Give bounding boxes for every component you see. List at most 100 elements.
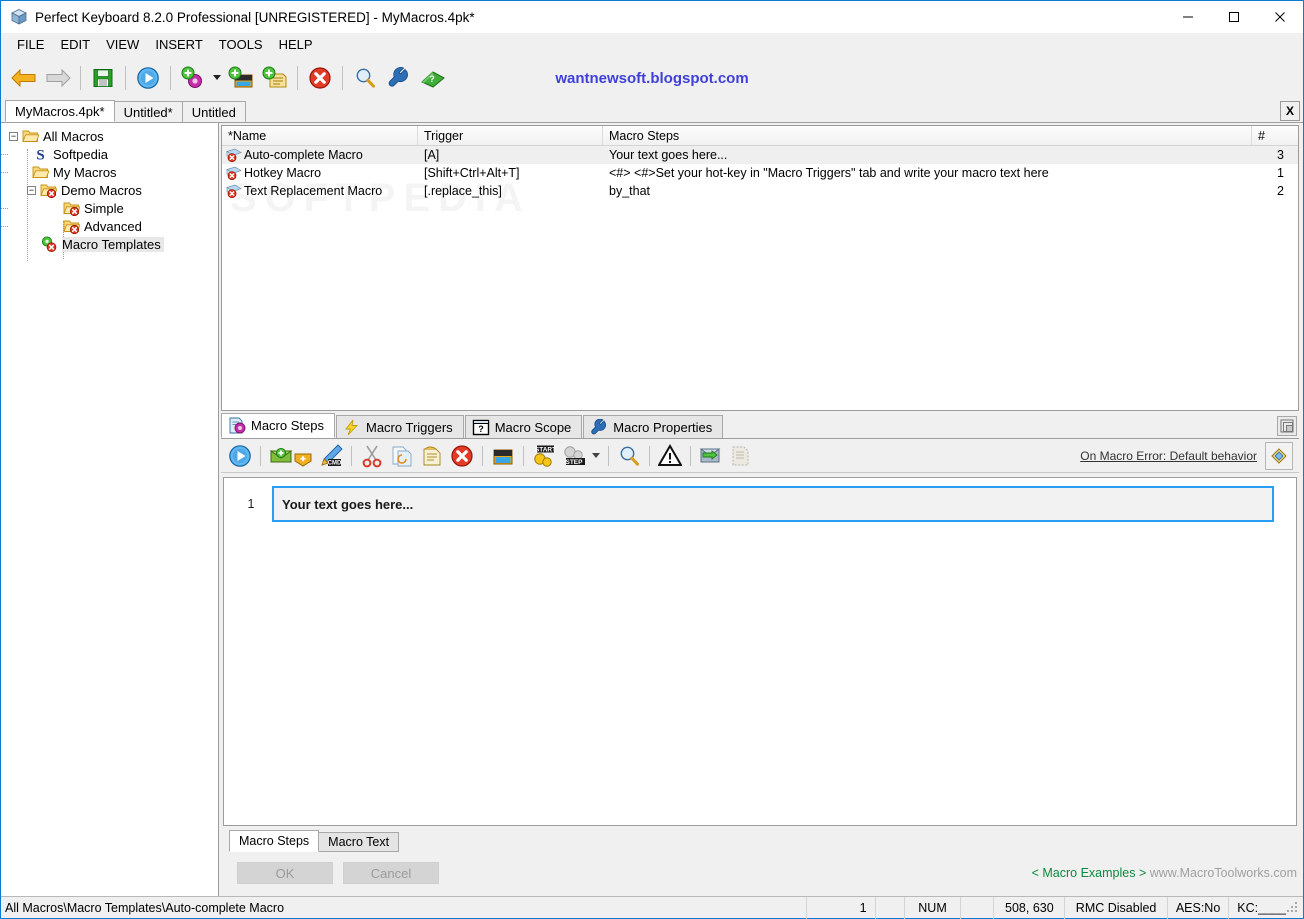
macro-error-settings-icon[interactable]: [1265, 442, 1293, 470]
sub-tab-macro-text[interactable]: Macro Text: [318, 832, 399, 852]
macro-examples-text: < Macro Examples >: [1032, 866, 1147, 880]
status-num-lock: NUM: [905, 897, 960, 919]
tree-node-my-macros[interactable]: My Macros: [1, 163, 218, 181]
macro-step-row[interactable]: 1 Your text goes here...: [224, 486, 1296, 522]
tab-macro-scope[interactable]: ? Macro Scope: [465, 415, 583, 438]
sub-tab-macro-steps[interactable]: Macro Steps: [229, 830, 319, 852]
editor-sub-tabs: Macro Steps Macro Text: [223, 828, 1297, 852]
folder-macro-icon: [40, 182, 57, 198]
copy-icon[interactable]: [387, 441, 417, 471]
tab-label: Macro Scope: [495, 420, 572, 435]
table-row[interactable]: Text Replacement Macro [.replace_this] b…: [222, 182, 1298, 200]
tree-node-simple[interactable]: Simple: [1, 199, 218, 217]
tree-expander-icon[interactable]: −: [27, 186, 36, 195]
step-dropdown-caret-icon[interactable]: [589, 439, 603, 473]
macro-examples-link[interactable]: < Macro Examples > www.MacroToolworks.co…: [1032, 866, 1297, 880]
add-sub-step-icon[interactable]: [290, 445, 316, 475]
menu-item-insert[interactable]: INSERT: [147, 35, 210, 54]
folder-icon: [32, 164, 49, 180]
column-header-count[interactable]: #: [1252, 126, 1298, 145]
restore-panel-icon[interactable]: [1277, 416, 1297, 436]
edit-command-icon[interactable]: CMD: [316, 441, 346, 471]
editor-tabs: Macro Steps Macro Triggers: [221, 414, 1299, 439]
list-header: *Name Trigger Macro Steps #: [222, 126, 1298, 146]
cancel-button: Cancel: [343, 862, 439, 884]
tree-node-label: All Macros: [43, 129, 107, 144]
error-warning-icon[interactable]: [655, 441, 685, 471]
table-row[interactable]: Auto-complete Macro [A] Your text goes h…: [222, 146, 1298, 164]
doc-tab-untitled[interactable]: Untitled: [182, 101, 246, 122]
toolbar-separator: [170, 66, 171, 90]
toolbar-separator: [297, 66, 298, 90]
svg-text:?: ?: [429, 74, 435, 84]
on-macro-error-link[interactable]: On Macro Error: Default behavior: [1080, 449, 1257, 463]
folder-macro-icon: [63, 218, 80, 234]
close-button[interactable]: [1257, 1, 1303, 33]
toolbar-separator: [608, 446, 609, 466]
macro-item-icon: [226, 184, 242, 198]
cell-trigger: [.replace_this]: [418, 182, 603, 200]
save-icon[interactable]: [86, 61, 120, 95]
cell-macro-steps: Your text goes here...: [603, 146, 1252, 164]
tab-macro-properties[interactable]: Macro Properties: [583, 415, 723, 438]
tree-node-softpedia[interactable]: S Softpedia: [1, 145, 218, 163]
column-header-trigger[interactable]: Trigger: [418, 126, 603, 145]
delete-step-icon[interactable]: [447, 441, 477, 471]
record-icon[interactable]: [488, 441, 518, 471]
step-number: 1: [230, 486, 272, 522]
run-macro-icon[interactable]: [225, 441, 255, 471]
new-macro-icon[interactable]: [176, 61, 210, 95]
delete-macro-icon[interactable]: [303, 61, 337, 95]
window-title: Perfect Keyboard 8.2.0 Professional [UNR…: [35, 10, 475, 25]
lightning-icon: [343, 419, 361, 436]
tab-macro-triggers[interactable]: Macro Triggers: [336, 415, 464, 438]
run-from-start-icon[interactable]: START: [529, 441, 559, 471]
column-header-name[interactable]: *Name: [222, 126, 418, 145]
menu-item-tools[interactable]: TOOLS: [211, 35, 271, 54]
cell-step-count: 1: [1252, 164, 1298, 182]
tree-expander-icon[interactable]: −: [9, 132, 18, 141]
resize-grip-icon[interactable]: [1285, 900, 1301, 916]
macro-template-icon: [41, 236, 58, 252]
dropdown-caret-icon[interactable]: [210, 61, 224, 95]
step-text[interactable]: Your text goes here...: [272, 486, 1274, 522]
find-icon[interactable]: [614, 441, 644, 471]
tree-node-macro-templates[interactable]: Macro Templates: [1, 235, 218, 253]
cut-icon[interactable]: [357, 441, 387, 471]
tree-node-label: My Macros: [53, 165, 120, 180]
import-icon[interactable]: [696, 441, 726, 471]
tree-node-all-macros[interactable]: − All Macros: [1, 127, 218, 145]
doc-tab-untitled-modified[interactable]: Untitled*: [114, 101, 183, 122]
menu-item-help[interactable]: HELP: [271, 35, 321, 54]
cell-name: Auto-complete Macro: [222, 146, 418, 164]
macro-editor-panel: Macro Steps Macro Triggers: [221, 414, 1299, 894]
tab-macro-steps[interactable]: Macro Steps: [221, 413, 335, 438]
tree-connector: [1, 154, 8, 155]
menu-item-file[interactable]: FILE: [9, 35, 52, 54]
help-book-icon[interactable]: ?: [416, 61, 450, 95]
back-arrow-icon[interactable]: [7, 61, 41, 95]
macro-steps-editor[interactable]: 1 Your text goes here...: [223, 477, 1297, 826]
tree-node-demo-macros[interactable]: − Demo Macros: [1, 181, 218, 199]
table-row[interactable]: Hotkey Macro [Shift+Ctrl+Alt+T] <#> <#>S…: [222, 164, 1298, 182]
tree-node-advanced[interactable]: Advanced: [1, 217, 218, 235]
macro-name-text: Auto-complete Macro: [244, 148, 363, 162]
search-icon[interactable]: [348, 61, 382, 95]
step-by-step-icon[interactable]: STEP: [559, 441, 589, 471]
minimize-button[interactable]: [1165, 1, 1211, 33]
run-macro-icon[interactable]: [131, 61, 165, 95]
maximize-button[interactable]: [1211, 1, 1257, 33]
doc-tab-mymacros[interactable]: MyMacros.4pk*: [5, 100, 115, 122]
tree-node-label: Demo Macros: [61, 183, 145, 198]
new-text-macro-icon[interactable]: [258, 61, 292, 95]
menu-item-view[interactable]: VIEW: [98, 35, 147, 54]
column-header-macro-steps[interactable]: Macro Steps: [603, 126, 1252, 145]
close-tab-button[interactable]: X: [1280, 101, 1300, 121]
record-macro-icon[interactable]: [224, 61, 258, 95]
options-wrench-icon[interactable]: [382, 61, 416, 95]
svg-text:?: ?: [478, 424, 484, 434]
menu-item-edit[interactable]: EDIT: [52, 35, 98, 54]
paste-icon[interactable]: [417, 441, 447, 471]
status-aes: AES:No: [1168, 897, 1229, 919]
cell-macro-steps: <#> <#>Set your hot-key in "Macro Trigge…: [603, 164, 1252, 182]
